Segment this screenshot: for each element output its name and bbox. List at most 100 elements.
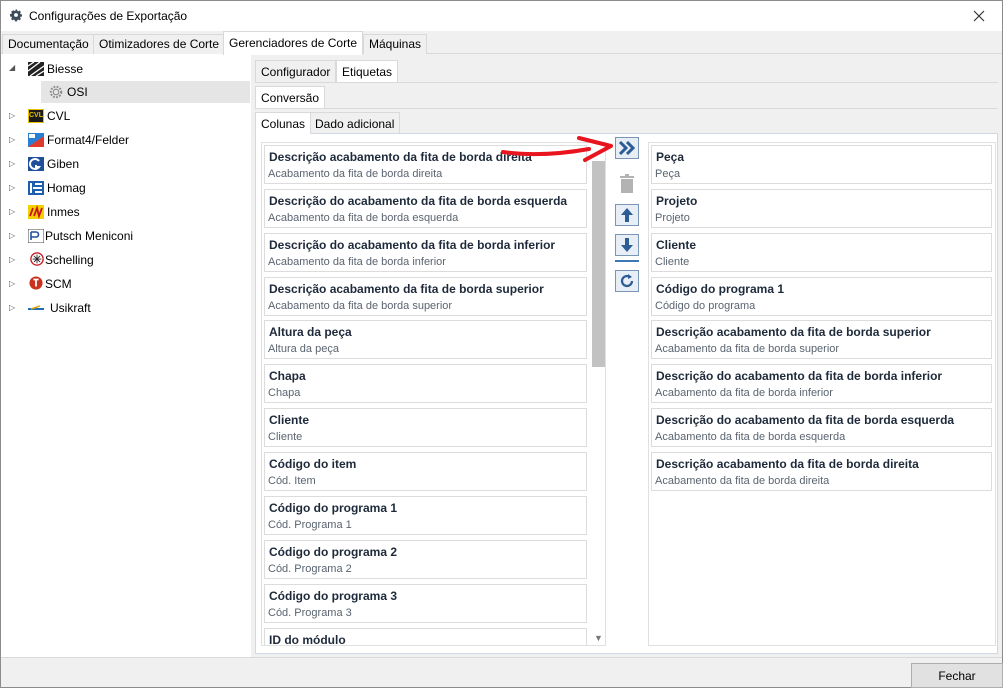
- annotation-arrow-icon: [501, 136, 613, 162]
- homag-logo-icon: [28, 181, 44, 195]
- tree-item-scm[interactable]: ▷ SCM: [1, 273, 251, 295]
- tree-item-inmes[interactable]: ▷ Inmes: [1, 201, 251, 223]
- refresh-icon: [620, 274, 634, 288]
- available-columns-list[interactable]: Descrição acabamento da fita de borda di…: [261, 142, 606, 646]
- list-item[interactable]: Cliente Cliente: [264, 408, 587, 447]
- top-tab-strip: Documentação Otimizadores de Corte Geren…: [1, 31, 1002, 55]
- item-title: Peça: [656, 150, 685, 164]
- tab-documentacao[interactable]: Documentação: [2, 34, 95, 54]
- tab-gerenciadores-de-corte[interactable]: Gerenciadores de Corte: [223, 31, 364, 55]
- move-all-right-button[interactable]: [615, 137, 639, 159]
- list-item[interactable]: Descrição acabamento da fita de borda di…: [651, 452, 992, 491]
- item-subtitle: Acabamento da fita de borda superior: [268, 300, 453, 312]
- tree-item-cvl[interactable]: ▷ CVL CVL: [1, 105, 251, 127]
- tab-maquinas[interactable]: Máquinas: [363, 34, 428, 54]
- list-item[interactable]: Código do item Cód. Item: [264, 452, 587, 491]
- list-item[interactable]: Descrição do acabamento da fita de borda…: [651, 408, 992, 447]
- item-subtitle: Cód. Programa 1: [268, 519, 352, 531]
- footer-bar: [1, 657, 1002, 687]
- item-title: Descrição acabamento da fita de borda di…: [269, 150, 532, 164]
- tab-otimizadores-de-corte[interactable]: Otimizadores de Corte: [93, 34, 226, 54]
- item-subtitle: Acabamento da fita de borda direita: [655, 475, 830, 487]
- inmes-logo-icon: [28, 205, 44, 219]
- list-item[interactable]: Código do programa 3 Cód. Programa 3: [264, 584, 587, 623]
- tree-label: Giben: [47, 157, 80, 171]
- list-item[interactable]: Altura da peça Altura da peça: [264, 320, 587, 359]
- item-title: Descrição do acabamento da fita de borda…: [656, 369, 943, 383]
- tab-conversao[interactable]: Conversão: [255, 86, 326, 108]
- list-item[interactable]: Código do programa 1 Cód. Programa 1: [264, 496, 587, 535]
- collapsed-arrow-icon[interactable]: ▷: [9, 231, 15, 240]
- tab-dado-adicional[interactable]: Dado adicional: [309, 112, 401, 134]
- list-item[interactable]: Cliente Cliente: [651, 233, 992, 272]
- item-subtitle: Cliente: [655, 256, 690, 268]
- collapsed-arrow-icon[interactable]: ▷: [9, 135, 15, 144]
- collapsed-arrow-icon[interactable]: ▷: [9, 159, 15, 168]
- tree-item-biesse[interactable]: ◢ Biesse: [1, 58, 251, 80]
- delete-button[interactable]: [615, 173, 639, 195]
- list-item[interactable]: Código do programa 1 Código do programa: [651, 277, 992, 316]
- tree-item-putsch-meniconi[interactable]: ▷ Putsch Meniconi: [1, 225, 251, 247]
- list-item[interactable]: Descrição acabamento da fita de borda su…: [651, 320, 992, 359]
- scm-logo-icon: [29, 276, 43, 290]
- tree-label: Usikraft: [50, 301, 91, 315]
- tab-etiquetas[interactable]: Etiquetas: [336, 60, 399, 82]
- tree-label: Homag: [47, 181, 86, 195]
- move-up-button[interactable]: [615, 204, 639, 226]
- window-close-button[interactable]: [956, 1, 1002, 31]
- list-item[interactable]: Peça Peça: [651, 145, 992, 184]
- item-title: Descrição acabamento da fita de borda su…: [656, 325, 931, 339]
- move-down-button[interactable]: [615, 234, 639, 256]
- tree-item-format4-felder[interactable]: ▷ Format4/Felder: [1, 129, 251, 151]
- list-item[interactable]: Chapa Chapa: [264, 364, 587, 403]
- collapsed-arrow-icon[interactable]: ▷: [9, 255, 15, 264]
- list-item[interactable]: Projeto Projeto: [651, 189, 992, 228]
- item-title: Código do programa 2: [269, 545, 398, 559]
- list-scrollbar[interactable]: ▼: [591, 143, 605, 645]
- collapsed-arrow-icon[interactable]: ▷: [9, 183, 15, 192]
- item-title: Descrição acabamento da fita de borda di…: [656, 457, 919, 471]
- item-subtitle: Acabamento da fita de borda direita: [268, 168, 443, 180]
- collapsed-arrow-icon[interactable]: ▷: [9, 207, 15, 216]
- collapsed-arrow-icon[interactable]: ▷: [9, 279, 15, 288]
- expanded-arrow-icon[interactable]: ◢: [9, 63, 15, 72]
- tree-item-giben[interactable]: ▷ Giben: [1, 153, 251, 175]
- item-title: Código do item: [269, 457, 357, 471]
- collapsed-arrow-icon[interactable]: ▷: [9, 111, 15, 120]
- tree-item-schelling[interactable]: ▷ Schelling: [1, 249, 251, 271]
- tree-item-homag[interactable]: ▷ Homag: [1, 177, 251, 199]
- item-subtitle: Projeto: [655, 212, 690, 224]
- item-title: Código do programa 1: [656, 282, 785, 296]
- tree-item-osi[interactable]: OSI: [41, 81, 250, 103]
- item-subtitle: Acabamento da fita de borda inferior: [268, 256, 446, 268]
- tree-label: Biesse: [47, 62, 84, 76]
- list-item[interactable]: Descrição acabamento da fita de borda su…: [264, 277, 587, 316]
- list-item[interactable]: Descrição do acabamento da fita de borda…: [651, 364, 992, 403]
- reset-button[interactable]: [615, 270, 639, 292]
- item-title: Código do programa 3: [269, 589, 398, 603]
- fechar-button[interactable]: Fechar: [911, 663, 1003, 688]
- list-item[interactable]: ID do módulo: [264, 628, 587, 645]
- list-item[interactable]: Descrição do acabamento da fita de borda…: [264, 189, 587, 228]
- window-title: Configurações de Exportação: [29, 9, 188, 23]
- list-item[interactable]: Descrição do acabamento da fita de borda…: [264, 233, 587, 272]
- export-settings-window: Configurações de Exportação Documentação…: [0, 0, 1003, 688]
- item-subtitle: Peça: [655, 168, 681, 180]
- item-title: Altura da peça: [269, 325, 352, 339]
- collapsed-arrow-icon[interactable]: ▷: [9, 303, 15, 312]
- item-subtitle: Acabamento da fita de borda esquerda: [268, 212, 459, 224]
- scroll-down-arrow-icon[interactable]: ▼: [594, 633, 603, 643]
- item-subtitle: Cód. Programa 3: [268, 607, 352, 619]
- item-subtitle: Acabamento da fita de borda esquerda: [655, 431, 846, 443]
- selected-columns-list[interactable]: Peça Peça Projeto Projeto Cliente Client…: [648, 142, 996, 646]
- tab-configurador[interactable]: Configurador: [255, 60, 337, 82]
- tree-label: OSI: [67, 85, 88, 99]
- tab-colunas[interactable]: Colunas: [255, 112, 312, 134]
- item-title: Descrição do acabamento da fita de borda…: [269, 238, 556, 252]
- tree-label: SCM: [45, 277, 72, 291]
- item-title: Descrição do acabamento da fita de borda…: [656, 413, 955, 427]
- scroll-thumb[interactable]: [592, 161, 605, 367]
- tab-divider: [255, 82, 998, 83]
- tree-item-usikraft[interactable]: ▷ Usikraft: [1, 297, 251, 319]
- list-item[interactable]: Código do programa 2 Cód. Programa 2: [264, 540, 587, 579]
